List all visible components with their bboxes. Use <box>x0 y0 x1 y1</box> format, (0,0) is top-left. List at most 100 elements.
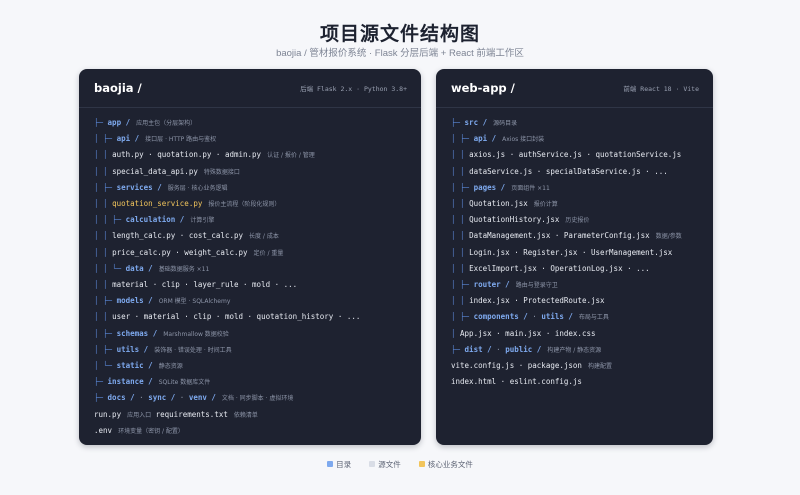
directory-name[interactable]: docs / <box>108 393 135 402</box>
directory-name[interactable]: app / <box>108 118 131 127</box>
directory-name[interactable]: venv / <box>189 393 216 402</box>
file-name[interactable]: QuotationHistory.jsx <box>469 215 559 224</box>
tree-annotation: 计算引擎 <box>190 217 215 225</box>
directory-name[interactable]: schemas / <box>117 329 158 338</box>
tree-annotation: 页面组件 ×11 <box>511 184 550 192</box>
file-name[interactable]: dataService.js · specialDataService.js ·… <box>469 167 668 176</box>
tree-row: │ ├─ router / 路由与登录守卫 <box>436 277 713 293</box>
file-name[interactable]: price_calc.py · weight_calc.py <box>112 248 247 257</box>
tree-connector: │ │ ├─ <box>94 215 126 225</box>
tree-annotation: Marshmallow 数据校验 <box>163 330 229 338</box>
tree-connector: │ ├─ <box>94 344 117 354</box>
tree-connector: ├─ <box>94 393 108 403</box>
directory-name[interactable]: static / <box>117 361 153 370</box>
backend-panel-name: baojia / <box>94 81 142 95</box>
file-name[interactable]: ExcelImport.jsx · OperationLog.jsx · ... <box>469 264 650 273</box>
file-name[interactable]: auth.py · quotation.py · admin.py <box>112 150 261 159</box>
legend-label: 核心业务文件 <box>427 460 473 469</box>
file-name[interactable]: App.jsx · main.jsx · index.css <box>460 329 595 338</box>
tree-row: │ │ length_calc.py · cost_calc.py 长度 / 成本 <box>79 228 421 244</box>
core-file-name[interactable]: quotation_service.py <box>112 199 202 208</box>
directory-name[interactable]: pages / <box>474 183 506 192</box>
tree-annotation: 静态资源 <box>158 363 183 370</box>
directory-name[interactable]: calculation / <box>126 215 185 224</box>
tree-connector: │ ├─ <box>451 182 474 192</box>
tree-annotation: 布局与工具 <box>578 314 609 322</box>
directory-name[interactable]: src / <box>465 118 488 127</box>
tree-annotation: 文档 · 同步脚本 · 虚拟环境 <box>221 395 294 403</box>
backend-panel-header: baojia / 后端 Flask 2.x · Python 3.8+ <box>79 69 421 108</box>
directory-name[interactable]: components / <box>474 312 528 321</box>
directory-name[interactable]: sync / <box>148 393 175 402</box>
file-name[interactable]: .env <box>94 426 112 435</box>
file-name[interactable]: Quotation.jsx <box>469 199 528 208</box>
directory-name[interactable]: public / <box>505 345 541 354</box>
tree-row: │ │ axios.js · authService.js · quotatio… <box>436 147 713 163</box>
directory-name[interactable]: services / <box>117 183 162 192</box>
directory-name[interactable]: instance / <box>108 377 153 386</box>
directory-name[interactable]: router / <box>474 280 510 289</box>
directory-name[interactable]: dist / <box>465 345 492 354</box>
tree-connector: │ │ <box>451 231 470 241</box>
file-name[interactable]: material · clip · layer_rule · mold · ..… <box>112 280 297 289</box>
legend-item-core: 核心业务文件 <box>418 459 473 470</box>
tree-connector: ├─ <box>94 377 108 387</box>
tree-annotation: 报价主流程（阶段化规则） <box>208 201 281 208</box>
tree-row: ├─ instance / SQLite 数据库文件 <box>79 374 421 390</box>
tree-connector: │ │ <box>451 247 470 257</box>
tree-row: │ ├─ components / · utils / 布局与工具 <box>436 309 713 325</box>
tree-row: ├─ app / 应用主包（分层架构） <box>79 115 421 131</box>
tree-annotation: 依赖清单 <box>233 411 258 419</box>
tree-row: │ ├─ schemas / Marshmallow 数据校验 <box>79 326 421 342</box>
tree-annotation: 定价 / 重量 <box>253 249 284 257</box>
legend-swatch-core <box>418 461 425 468</box>
tree-connector: │ │ <box>94 199 113 208</box>
tree-connector: │ <box>451 328 461 338</box>
directory-name[interactable]: data / <box>126 264 153 273</box>
legend: 目录 源文件 核心业务文件 <box>0 459 800 470</box>
tree-row: │ App.jsx · main.jsx · index.css <box>436 326 713 342</box>
separator: · <box>527 312 542 322</box>
tree-row: │ │ material · clip · layer_rule · mold … <box>79 277 421 293</box>
tree-annotation: 环境变量（密钥 / 配置） <box>118 427 184 435</box>
tree-connector: │ ├─ <box>451 134 474 144</box>
file-name[interactable]: user · material · clip · mold · quotatio… <box>112 312 360 321</box>
frontend-panel-meta: 前端 React 18 · Vite <box>623 85 699 93</box>
page-subtitle: baojia / 管材报价系统 · Flask 分层后端 + React 前端工… <box>276 48 524 59</box>
tree-annotation: 应用主包（分层架构） <box>136 120 197 127</box>
tree-connector: ├─ <box>451 118 465 127</box>
directory-name[interactable]: utils / <box>117 345 149 354</box>
tree-connector: │ │ <box>451 166 470 176</box>
directory-name[interactable]: utils / <box>541 312 573 321</box>
file-name[interactable]: run.py <box>94 410 121 419</box>
tree-annotation: 装饰器 · 错误处理 · 时间工具 <box>154 346 232 354</box>
separator: · <box>134 393 149 403</box>
file-name[interactable]: axios.js · authService.js · quotationSer… <box>469 150 681 159</box>
file-name[interactable]: requirements.txt <box>156 410 228 419</box>
legend-item-source: 源文件 <box>369 459 401 470</box>
tree-annotation: 基础数据服务 ×11 <box>158 265 210 273</box>
tree-annotation: SQLite 数据库文件 <box>158 379 211 387</box>
directory-name[interactable]: api / <box>474 134 497 143</box>
legend-label: 源文件 <box>378 460 401 469</box>
directory-name[interactable]: models / <box>117 296 153 305</box>
tree-connector: │ ├─ <box>451 280 474 289</box>
tree-row: │ │ dataService.js · specialDataService.… <box>436 164 713 180</box>
tree-row: │ ├─ services / 服务层 · 核心业务逻辑 <box>79 180 421 196</box>
file-name[interactable]: index.jsx · ProtectedRoute.jsx <box>469 296 604 305</box>
tree-connector: │ │ <box>451 263 470 273</box>
tree-annotation: 接口层 · HTTP 路由与鉴权 <box>145 136 217 144</box>
frontend-panel: web-app / 前端 React 18 · Vite ├─ src / 源码目… <box>436 69 713 445</box>
file-name[interactable]: Login.jsx · Register.jsx · UserManagemen… <box>469 248 672 257</box>
page-title: 项目源文件结构图 <box>319 23 480 45</box>
tree-row: │ │ Login.jsx · Register.jsx · UserManag… <box>436 245 713 261</box>
file-name[interactable]: length_calc.py · cost_calc.py <box>112 231 243 240</box>
file-name[interactable]: index.html · eslint.config.js <box>451 377 582 386</box>
file-name[interactable]: special_data_api.py <box>112 167 198 176</box>
tree-annotation: 应用入口 <box>127 411 152 419</box>
file-name[interactable]: vite.config.js · package.json <box>451 361 582 370</box>
tree-annotation: ORM 模型 · SQLAlchemy <box>158 298 231 306</box>
directory-name[interactable]: api / <box>117 134 140 143</box>
file-name[interactable]: DataManagement.jsx · ParameterConfig.jsx <box>469 231 650 240</box>
tree-row: │ └─ static / 静态资源 <box>79 358 421 374</box>
